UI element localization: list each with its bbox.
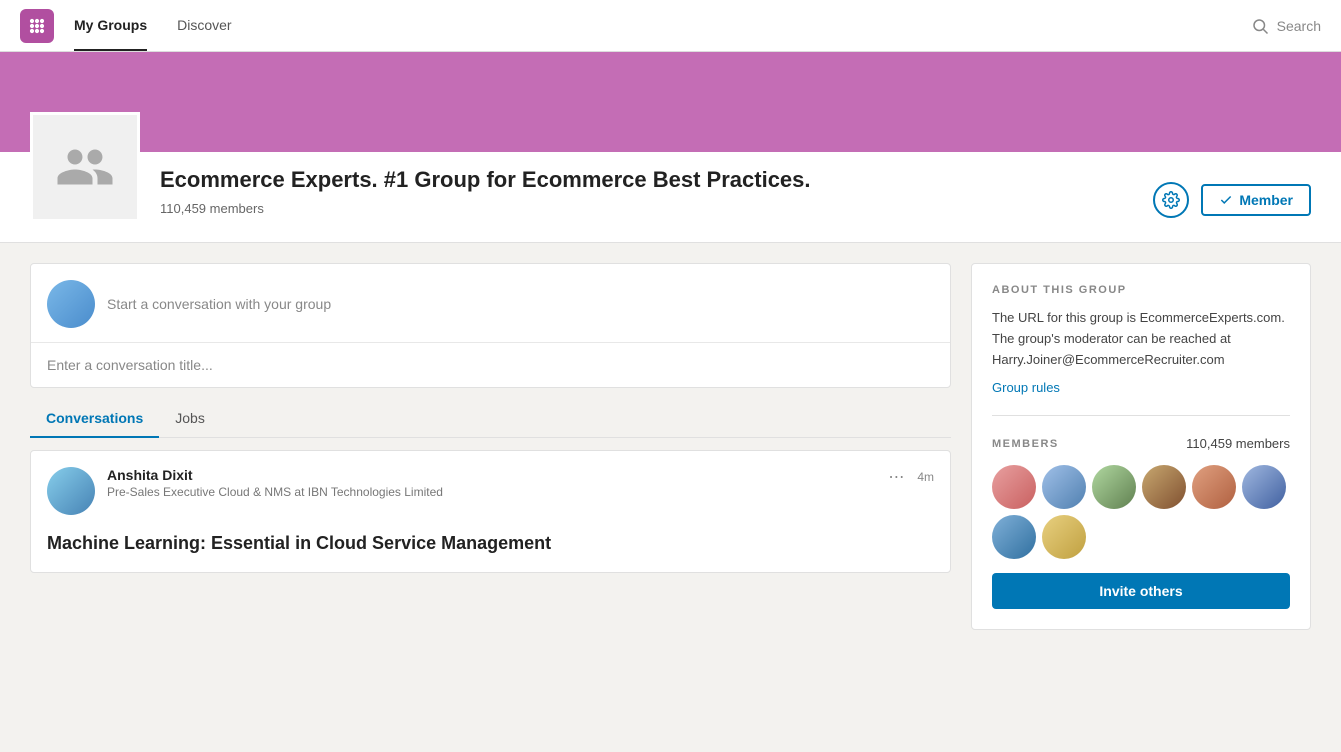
member-avatar-2 (1042, 465, 1086, 509)
members-header: MEMBERS 110,459 members (992, 436, 1290, 451)
post-author-subtitle: Pre-Sales Executive Cloud & NMS at IBN T… (107, 485, 876, 499)
nav-my-groups[interactable]: My Groups (74, 1, 147, 51)
member-avatar-4 (1142, 465, 1186, 509)
post-options-button[interactable]: ⋯ (888, 467, 905, 487)
sidebar-column: ABOUT THIS GROUP The URL for this group … (971, 263, 1311, 646)
tab-conversations[interactable]: Conversations (30, 400, 159, 438)
feed-tabs: Conversations Jobs (30, 400, 951, 438)
start-conversation-prompt[interactable]: Start a conversation with your group (107, 296, 331, 312)
app-logo (20, 9, 54, 43)
start-conversation-top: Start a conversation with your group (31, 264, 950, 343)
post-header: Anshita Dixit Pre-Sales Executive Cloud … (31, 451, 950, 523)
group-avatar-icon (55, 137, 115, 197)
top-navigation: My Groups Discover Search (0, 0, 1341, 52)
about-section: ABOUT THIS GROUP The URL for this group … (972, 264, 1310, 415)
nav-discover[interactable]: Discover (177, 1, 231, 51)
current-user-avatar (47, 280, 95, 328)
conversation-title-area: Enter a conversation title... (31, 343, 950, 387)
member-avatar-1 (992, 465, 1036, 509)
start-conversation-card: Start a conversation with your group Ent… (30, 263, 951, 388)
members-heading: MEMBERS (992, 438, 1059, 450)
conversation-title-placeholder[interactable]: Enter a conversation title... (47, 357, 213, 373)
member-avatar-3 (1092, 465, 1136, 509)
search-icon (1251, 17, 1269, 35)
hero-banner (0, 52, 1341, 152)
main-content: Start a conversation with your group Ent… (0, 243, 1341, 666)
post-time: 4m (917, 470, 934, 484)
group-info: Ecommerce Experts. #1 Group for Ecommerc… (160, 158, 1133, 216)
member-avatar-8 (1042, 515, 1086, 559)
post-author-name: Anshita Dixit (107, 467, 876, 483)
post-title[interactable]: Machine Learning: Essential in Cloud Ser… (47, 531, 934, 556)
feed-column: Start a conversation with your group Ent… (30, 263, 951, 646)
member-avatar-7 (992, 515, 1036, 559)
post-author-avatar (47, 467, 95, 515)
group-avatar (30, 112, 140, 222)
group-rules-link[interactable]: Group rules (992, 380, 1290, 395)
post-meta: Anshita Dixit Pre-Sales Executive Cloud … (107, 467, 876, 499)
members-section: MEMBERS 110,459 members Invite others (972, 416, 1310, 629)
member-avatar-6 (1242, 465, 1286, 509)
member-button-label: Member (1239, 192, 1293, 208)
checkmark-icon (1219, 193, 1233, 207)
sidebar-about-card: ABOUT THIS GROUP The URL for this group … (971, 263, 1311, 630)
search-label: Search (1277, 18, 1321, 34)
member-button[interactable]: Member (1201, 184, 1311, 216)
members-count: 110,459 members (1186, 436, 1290, 451)
logo-icon (27, 16, 47, 36)
group-actions: Member (1153, 182, 1311, 222)
settings-button[interactable] (1153, 182, 1189, 218)
post-body: Machine Learning: Essential in Cloud Ser… (31, 523, 950, 572)
post-card: Anshita Dixit Pre-Sales Executive Cloud … (30, 450, 951, 573)
about-heading: ABOUT THIS GROUP (992, 284, 1290, 296)
gear-icon (1162, 191, 1180, 209)
post-time-actions: ⋯ 4m (888, 467, 934, 487)
tab-jobs[interactable]: Jobs (159, 400, 221, 438)
members-avatars (992, 465, 1290, 559)
group-title: Ecommerce Experts. #1 Group for Ecommerc… (160, 166, 1133, 195)
member-avatar-5 (1192, 465, 1236, 509)
about-text: The URL for this group is EcommerceExper… (992, 308, 1290, 370)
group-members-count: 110,459 members (160, 201, 1133, 216)
invite-others-button[interactable]: Invite others (992, 573, 1290, 609)
group-header: Ecommerce Experts. #1 Group for Ecommerc… (0, 152, 1341, 243)
